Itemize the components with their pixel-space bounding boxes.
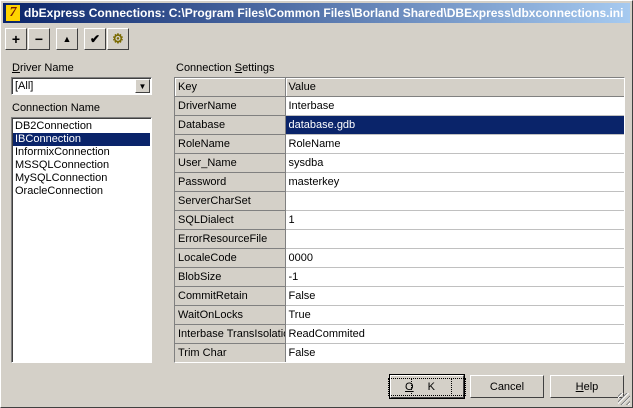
setting-key: Password: [175, 172, 286, 192]
setting-value[interactable]: [285, 229, 624, 249]
setting-key: ErrorResourceFile: [175, 229, 286, 249]
setting-value[interactable]: 1: [285, 210, 624, 230]
setting-key: RoleName: [175, 134, 286, 154]
table-row: SQLDialect 1: [175, 210, 624, 230]
driver-name-label: Driver Name: [12, 62, 74, 74]
table-row: CommitRetain False: [175, 286, 624, 306]
table-row: Interbase TransIsolation ReadCommited: [175, 324, 624, 344]
plus-icon: +: [11, 31, 21, 47]
table-row: WaitOnLocks True: [175, 305, 624, 325]
ok-button[interactable]: OK: [388, 374, 466, 399]
cancel-button[interactable]: Cancel: [470, 375, 544, 398]
setting-key: User_Name: [175, 153, 286, 173]
setting-value[interactable]: [285, 191, 624, 211]
toolbar: + − ▲ ✔ ⚙: [5, 28, 129, 52]
dropdown-arrow-icon[interactable]: ▼: [135, 79, 150, 93]
list-item[interactable]: DB2Connection: [13, 120, 150, 133]
setting-value[interactable]: False: [285, 343, 624, 362]
title-bar[interactable]: 7 dbExpress Connections: C:\Program File…: [3, 3, 630, 23]
list-item[interactable]: IBConnection: [13, 133, 150, 146]
gear-icon: ⚙: [112, 31, 124, 46]
resize-grip-icon[interactable]: [618, 393, 630, 405]
setting-key: Interbase TransIsolation: [175, 324, 286, 344]
toolbar-separator: [51, 28, 55, 52]
setting-value[interactable]: True: [285, 305, 624, 325]
ok-button-label: OK: [388, 377, 466, 396]
setting-value[interactable]: False: [285, 286, 624, 306]
setting-key: ServerCharSet: [175, 191, 286, 211]
setting-key: DriverName: [175, 96, 286, 116]
table-row: User_Name sysdba: [175, 153, 624, 173]
value-column-header[interactable]: Value: [285, 78, 624, 97]
setting-value[interactable]: -1: [285, 267, 624, 287]
setting-value[interactable]: Interbase: [285, 96, 624, 116]
list-item[interactable]: MySQLConnection: [13, 172, 150, 185]
setting-key: SQLDialect: [175, 210, 286, 230]
check-icon: ✔: [89, 32, 101, 46]
table-row: LocaleCode 0000: [175, 248, 624, 268]
driver-name-value: [All]: [15, 80, 34, 92]
settings-table: Key Value DriverName Interbase Database da…: [175, 78, 624, 362]
minus-icon: −: [34, 31, 44, 47]
connection-settings-grid[interactable]: Key Value DriverName Interbase Database da…: [174, 77, 625, 363]
table-row: ServerCharSet: [175, 191, 624, 211]
setting-value[interactable]: sysdba: [285, 153, 624, 173]
table-header-row: Key Value: [175, 78, 624, 97]
list-item[interactable]: OracleConnection: [13, 185, 150, 198]
table-row: BlobSize -1: [175, 267, 624, 287]
setting-value[interactable]: 0000: [285, 248, 624, 268]
connection-name-label: Connection Name: [12, 102, 101, 114]
toolbar-separator: [79, 28, 83, 52]
table-row: Password masterkey: [175, 172, 624, 192]
driver-name-select[interactable]: [All] ▼: [11, 77, 152, 95]
table-row: DriverName Interbase: [175, 96, 624, 116]
rename-connection-button[interactable]: ▲: [56, 28, 78, 50]
window-title: dbExpress Connections: C:\Program Files\…: [24, 6, 624, 20]
list-item[interactable]: InformixConnection: [13, 146, 150, 159]
delete-connection-button[interactable]: −: [28, 28, 50, 50]
setting-key: WaitOnLocks: [175, 305, 286, 325]
key-column-header[interactable]: Key: [175, 78, 286, 97]
setting-key: LocaleCode: [175, 248, 286, 268]
list-item[interactable]: MSSQLConnection: [13, 159, 150, 172]
test-connection-button[interactable]: ✔: [84, 28, 106, 50]
cancel-button-label: Cancel: [489, 380, 525, 393]
connection-list[interactable]: DB2Connection IBConnection InformixConne…: [11, 117, 152, 363]
setting-key: BlobSize: [175, 267, 286, 287]
table-row: Database database.gdb: [175, 115, 624, 135]
triangle-up-icon: ▲: [62, 34, 72, 44]
setting-value[interactable]: masterkey: [285, 172, 624, 192]
setting-value[interactable]: RoleName: [285, 134, 624, 154]
app-icon: 7: [6, 5, 20, 21]
table-row: ErrorResourceFile: [175, 229, 624, 249]
settings-button[interactable]: ⚙: [107, 28, 129, 50]
table-row: RoleName RoleName: [175, 134, 624, 154]
table-row: Trim Char False: [175, 343, 624, 362]
setting-key: Database: [175, 115, 286, 135]
add-connection-button[interactable]: +: [5, 28, 27, 50]
setting-key: Trim Char: [175, 343, 286, 362]
dialog-window: 7 dbExpress Connections: C:\Program File…: [0, 0, 633, 408]
setting-key: CommitRetain: [175, 286, 286, 306]
connection-settings-label: Connection Settings: [176, 62, 275, 74]
setting-value[interactable]: database.gdb: [285, 115, 624, 135]
setting-value[interactable]: ReadCommited: [285, 324, 624, 344]
help-button[interactable]: Help: [550, 375, 624, 398]
help-button-label: Help: [575, 380, 599, 393]
